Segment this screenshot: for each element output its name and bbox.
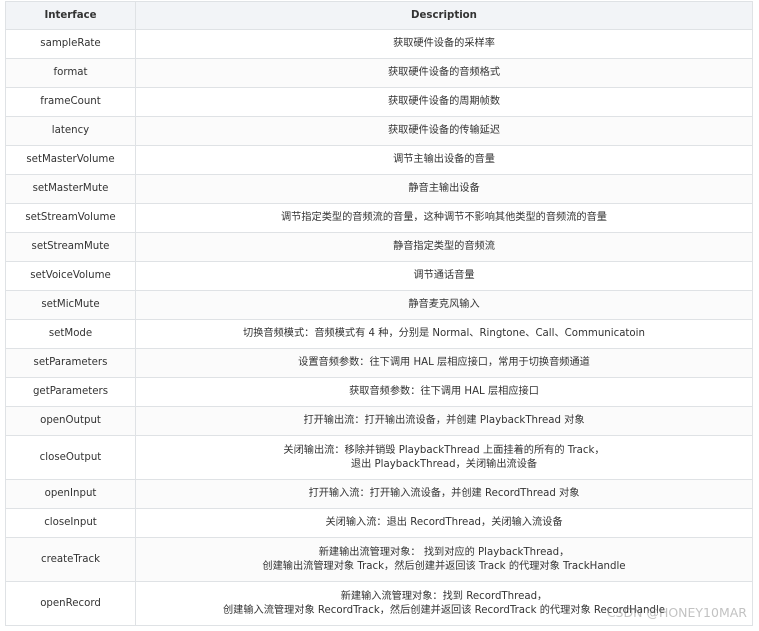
interface-cell: closeOutput: [5, 435, 136, 480]
page: Interface Description sampleRate 获取硬件设备的采…: [0, 0, 759, 631]
table-row: frameCount 获取硬件设备的周期帧数: [5, 87, 753, 117]
description-cell: 切换音频模式：音频模式有 4 种，分别是 Normal、Ringtone、Cal…: [135, 319, 753, 349]
interface-cell: setMode: [5, 319, 136, 349]
interface-cell: frameCount: [5, 87, 136, 117]
description-cell: 设置音频参数：往下调用 HAL 层相应接口，常用于切换音频通道: [135, 348, 753, 378]
description-cell: 获取硬件设备的周期帧数: [135, 87, 753, 117]
table-row: openRecord 新建输入流管理对象：找到 RecordThread， 创建输入…: [5, 581, 753, 626]
description-cell: 新建输入流管理对象：找到 RecordThread， 创建输入流管理对象 Reco…: [135, 581, 753, 626]
description-line: 调节指定类型的音频流的音量，这种调节不影响其他类型的音频流的音量: [281, 212, 607, 224]
interface-cell: setStreamMute: [5, 232, 136, 262]
interface-cell: setMasterVolume: [5, 145, 136, 175]
description-cell: 打开输入流：打开输入流设备，并创建 RecordThread 对象: [135, 479, 753, 509]
interface-cell: format: [5, 58, 136, 88]
interface-cell: openRecord: [5, 581, 136, 626]
description-line: 获取硬件设备的采样率: [393, 38, 495, 50]
interface-cell: setVoiceVolume: [5, 261, 136, 291]
table-row: sampleRate 获取硬件设备的采样率: [5, 29, 753, 59]
interface-cell: latency: [5, 116, 136, 146]
header-interface: Interface: [5, 1, 136, 30]
interface-table: Interface Description sampleRate 获取硬件设备的采…: [5, 1, 753, 626]
description-line: 关闭输入流：退出 RecordThread，关闭输入流设备: [325, 517, 563, 529]
description-cell: 获取硬件设备的采样率: [135, 29, 753, 59]
description-cell: 调节通话音量: [135, 261, 753, 291]
table-row: getParameters 获取音频参数：往下调用 HAL 层相应接口: [5, 377, 753, 407]
description-cell: 获取硬件设备的音频格式: [135, 58, 753, 88]
description-line: 退出 PlaybackThread，关闭输出流设备: [350, 458, 538, 470]
description-cell: 获取硬件设备的传输延迟: [135, 116, 753, 146]
description-line: 新建输出流管理对象： 找到对应的 PlaybackThread，: [318, 546, 570, 558]
interface-cell: getParameters: [5, 377, 136, 407]
table-row: setMode 切换音频模式：音频模式有 4 种，分别是 Normal、Ringt…: [5, 319, 753, 349]
table-row: createTrack 新建输出流管理对象： 找到对应的 PlaybackThre…: [5, 537, 753, 582]
table-row: openOutput 打开输出流：打开输出流设备，并创建 PlaybackThre…: [5, 406, 753, 436]
description-line: 设置音频参数：往下调用 HAL 层相应接口，常用于切换音频通道: [298, 357, 590, 369]
description-line: 关闭输出流：移除并销毁 PlaybackThread 上面挂着的所有的 Trac…: [283, 444, 605, 456]
table-row: format 获取硬件设备的音频格式: [5, 58, 753, 88]
interface-cell: setStreamVolume: [5, 203, 136, 233]
description-cell: 静音主输出设备: [135, 174, 753, 204]
description-line: 打开输出流：打开输出流设备，并创建 PlaybackThread 对象: [303, 415, 585, 427]
description-line: 静音指定类型的音频流: [393, 241, 495, 253]
table-row: setStreamVolume 调节指定类型的音频流的音量，这种调节不影响其他类型…: [5, 203, 753, 233]
description-cell: 获取音频参数：往下调用 HAL 层相应接口: [135, 377, 753, 407]
description-cell: 打开输出流：打开输出流设备，并创建 PlaybackThread 对象: [135, 406, 753, 436]
description-line: 获取硬件设备的音频格式: [387, 67, 501, 79]
table-row: setMasterMute 静音主输出设备: [5, 174, 753, 204]
table-row: setStreamMute 静音指定类型的音频流: [5, 232, 753, 262]
table-row: setMicMute 静音麦克风输入: [5, 290, 753, 320]
description-cell: 调节主输出设备的音量: [135, 145, 753, 175]
table-row: openInput 打开输入流：打开输入流设备，并创建 RecordThread …: [5, 479, 753, 509]
description-line: 调节通话音量: [413, 270, 475, 282]
header-description: Description: [135, 1, 753, 30]
description-line: 调节主输出设备的音量: [393, 154, 495, 166]
description-line: 静音主输出设备: [408, 183, 480, 195]
description-line: 切换音频模式：音频模式有 4 种，分别是 Normal、Ringtone、Cal…: [243, 328, 645, 340]
table-header-row: Interface Description: [5, 1, 753, 30]
description-line: 新建输入流管理对象：找到 RecordThread，: [340, 590, 548, 602]
interface-cell: openInput: [5, 479, 136, 509]
description-line: 获取硬件设备的传输延迟: [387, 125, 501, 137]
description-line: 静音麦克风输入: [408, 299, 480, 311]
description-cell: 静音麦克风输入: [135, 290, 753, 320]
description-line: 打开输入流：打开输入流设备，并创建 RecordThread 对象: [308, 488, 580, 500]
table-row: latency 获取硬件设备的传输延迟: [5, 116, 753, 146]
description-line: 创建输出流管理对象 Track，然后创建并返回该 Track 的代理对象 Tra…: [262, 560, 626, 572]
interface-cell: setMicMute: [5, 290, 136, 320]
interface-cell: setMasterMute: [5, 174, 136, 204]
description-cell: 静音指定类型的音频流: [135, 232, 753, 262]
table-row: setParameters 设置音频参数：往下调用 HAL 层相应接口，常用于切换…: [5, 348, 753, 378]
description-cell: 新建输出流管理对象： 找到对应的 PlaybackThread， 创建输出流管理对…: [135, 537, 753, 582]
interface-cell: sampleRate: [5, 29, 136, 59]
description-cell: 关闭输入流：退出 RecordThread，关闭输入流设备: [135, 508, 753, 538]
interface-cell: closeInput: [5, 508, 136, 538]
table-row: closeInput 关闭输入流：退出 RecordThread，关闭输入流设备: [5, 508, 753, 538]
table-row: setVoiceVolume 调节通话音量: [5, 261, 753, 291]
table-body: sampleRate 获取硬件设备的采样率 format 获取硬件设备的音频格式 fra…: [5, 29, 753, 626]
table-row: closeOutput 关闭输出流：移除并销毁 PlaybackThread 上面…: [5, 435, 753, 480]
interface-cell: setParameters: [5, 348, 136, 378]
description-line: 创建输入流管理对象 RecordTrack，然后创建并返回该 RecordTra…: [222, 604, 666, 616]
description-line: 获取硬件设备的周期帧数: [387, 96, 501, 108]
interface-cell: openOutput: [5, 406, 136, 436]
description-line: 获取音频参数：往下调用 HAL 层相应接口: [349, 386, 539, 398]
description-cell: 关闭输出流：移除并销毁 PlaybackThread 上面挂着的所有的 Trac…: [135, 435, 753, 480]
interface-cell: createTrack: [5, 537, 136, 582]
description-cell: 调节指定类型的音频流的音量，这种调节不影响其他类型的音频流的音量: [135, 203, 753, 233]
table-row: setMasterVolume 调节主输出设备的音量: [5, 145, 753, 175]
